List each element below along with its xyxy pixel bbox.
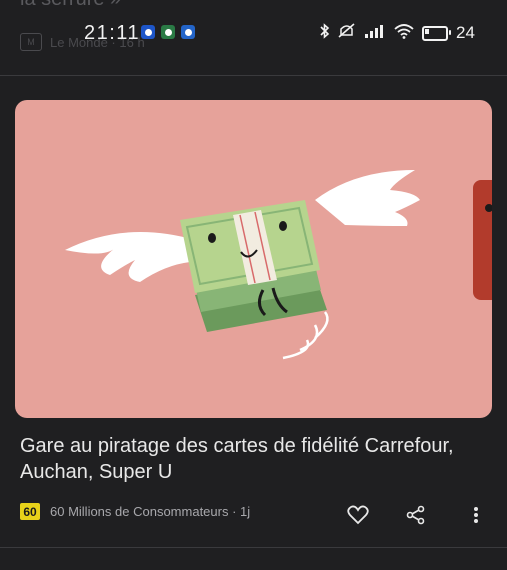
article-image[interactable] [15, 100, 492, 418]
more-options-icon[interactable] [464, 503, 488, 527]
google-icon [141, 25, 155, 39]
flying-money-illustration [65, 170, 492, 360]
battery-icon [422, 25, 451, 41]
divider [0, 75, 507, 76]
app-icon [161, 25, 175, 39]
clock: 21:11 [84, 22, 141, 44]
heart-icon[interactable] [346, 503, 370, 527]
article-source: 60 60 Millions de Consommateurs · 1j [20, 503, 250, 520]
article-headline[interactable]: Gare au piratage des cartes de fidélité … [20, 433, 495, 485]
app-icon [181, 25, 195, 39]
status-bar: 21:11 24 [0, 22, 507, 48]
source-logo: 60 [20, 503, 40, 520]
notification-icons [141, 25, 195, 39]
source-meta: 60 Millions de Consommateurs · 1j [50, 504, 251, 519]
divider [0, 547, 507, 548]
system-icons: 24 [320, 23, 475, 43]
share-icon[interactable] [404, 503, 428, 527]
bluetooth-icon [320, 23, 330, 43]
battery-level: 24 [456, 23, 475, 42]
wifi-icon [394, 23, 414, 43]
mute-icon [338, 23, 356, 43]
previous-card-title[interactable]: la serrure » [20, 0, 121, 11]
signal-icon [364, 24, 386, 42]
